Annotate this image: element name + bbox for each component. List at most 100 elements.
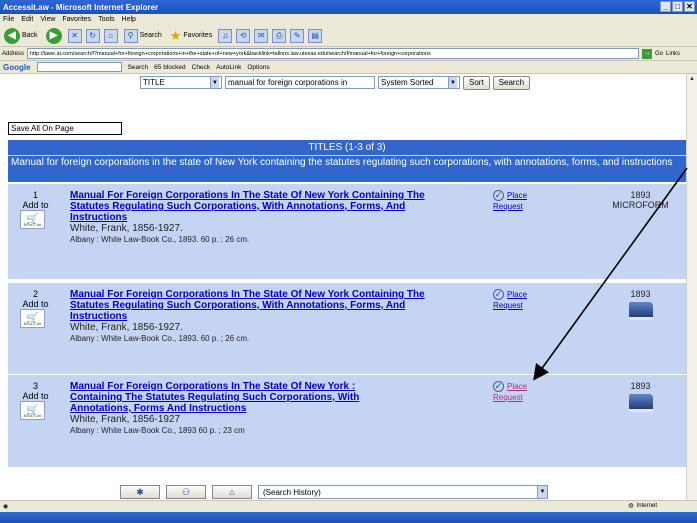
favorites-button[interactable]: ★ Favorites <box>168 27 214 45</box>
google-logo: Google <box>3 62 31 72</box>
security-zone: ◍ Internet <box>628 502 657 510</box>
search-field-select[interactable]: TITLE ▼ <box>140 76 222 89</box>
scroll-up-icon[interactable]: ▲ <box>687 74 697 84</box>
chevron-down-icon: ▼ <box>537 486 547 498</box>
record-author: White, Frank, 1856-1927. <box>70 223 183 234</box>
search-row: TITLE ▼ manual for foreign corporations … <box>0 74 686 91</box>
options-button[interactable]: Options <box>247 64 269 71</box>
minimize-icon[interactable]: _ <box>660 1 671 12</box>
add-to-cart-button[interactable]: 🛒 Book Cart <box>20 401 45 420</box>
go-button[interactable]: Go <box>655 51 663 57</box>
record-title-link[interactable]: Manual For Foreign Corporations In The S… <box>70 381 400 414</box>
window-controls: _ □ ✕ <box>660 1 695 12</box>
google-search-input[interactable] <box>36 62 122 72</box>
menu-tools[interactable]: Tools <box>98 16 114 23</box>
record-publication: Albany : White Law-Book Co., 1893 60 p. … <box>70 426 245 435</box>
menu-view[interactable]: View <box>40 16 55 23</box>
google-toolbar: Google Search 65 blocked Check AutoLink … <box>0 61 697 74</box>
record-publication: Albany : White Law-Book Co., 1893. 60 p.… <box>70 334 250 343</box>
person-search-icon: ⚇ <box>181 486 191 497</box>
bottom-nav: ✱ ⚇ ⌂ (Search History) ▼ <box>120 484 680 500</box>
popup-blocked-button[interactable]: 65 blocked <box>154 64 185 71</box>
status-bar: ◉ ◍ Internet <box>0 500 697 512</box>
edit-icon[interactable]: ✎ <box>290 28 305 43</box>
record-row: 2 Add to 🛒 Book Cart Manual For Foreign … <box>8 283 686 374</box>
autolink-button[interactable]: AutoLink <box>216 64 241 71</box>
menu-favorites[interactable]: Favorites <box>62 16 91 23</box>
forward-arrow-icon: ▶ <box>45 27 62 44</box>
menu-edit[interactable]: Edit <box>21 16 33 23</box>
patron-button[interactable]: ⚇ <box>166 485 206 499</box>
home-icon[interactable]: ⌂ <box>103 28 118 43</box>
globe-icon: ◍ <box>628 503 634 509</box>
mail-icon[interactable]: ✉ <box>254 28 269 43</box>
record-details: Manual For Foreign Corporations In The S… <box>70 381 400 436</box>
forward-button[interactable]: ▶ <box>44 27 64 45</box>
maximize-icon[interactable]: □ <box>672 1 683 12</box>
window-title: Accessit.aw - Microsoft Internet Explore… <box>3 2 159 12</box>
chevron-down-icon: ▼ <box>448 77 457 88</box>
menu-bar: File Edit View Favorites Tools Help <box>0 14 697 25</box>
go-arrow-icon[interactable]: → <box>642 48 653 59</box>
media-icon[interactable]: ♫ <box>218 28 233 43</box>
record-publication: Albany : White Law-Book Co., 1893. 60 p.… <box>70 235 250 244</box>
search-query-input[interactable]: manual for foreign corporations in <box>225 76 375 89</box>
back-button[interactable]: ◀ Back <box>2 27 40 45</box>
new-search-button[interactable]: ✱ <box>120 485 160 499</box>
record-row: 1 Add to 🛒 Book Cart Manual For Foreign … <box>8 184 686 279</box>
google-search-button[interactable]: Search <box>128 64 149 71</box>
history-icon[interactable]: ⟲ <box>236 28 251 43</box>
checkmark-icon: ✓ <box>493 190 504 201</box>
record-number: 1 Add to <box>22 190 49 210</box>
print-icon[interactable]: ⎙ <box>272 28 287 43</box>
discuss-icon[interactable]: ▤ <box>308 28 323 43</box>
address-bar: Address http://lawe.ai.com/search/f?manu… <box>0 47 697 61</box>
record-author: White, Frank, 1856-1927 <box>70 414 181 425</box>
record-format: MICROFORM <box>612 200 669 210</box>
vertical-scrollbar[interactable]: ▲ <box>686 74 697 500</box>
record-title-link[interactable]: Manual For Foreign Corporations In The S… <box>70 289 440 322</box>
book-icon <box>628 394 653 412</box>
search-submit-button[interactable]: Search <box>492 75 531 90</box>
search-query-value: manual for foreign corporations in <box>228 78 348 87</box>
refresh-icon[interactable]: ↻ <box>85 28 100 43</box>
subject-heading[interactable]: Manual for foreign corporations in the s… <box>8 155 686 182</box>
add-to-cart-button[interactable]: 🛒 Book Cart <box>20 309 45 328</box>
record-details: Manual For Foreign Corporations In The S… <box>70 190 440 245</box>
search-icon: ⚲ <box>123 28 138 43</box>
status-page-icon: ◉ <box>3 504 9 510</box>
address-input[interactable]: http://lawe.ai.com/search/f?manual+for+f… <box>27 48 640 59</box>
add-to-cart-button[interactable]: 🛒 Book Cart <box>20 210 45 229</box>
zone-label: Internet <box>636 502 657 509</box>
record-details: Manual For Foreign Corporations In The S… <box>70 289 440 344</box>
save-all-button[interactable]: Save All On Page <box>8 122 122 135</box>
record-year: 1893 <box>608 381 673 412</box>
links-button[interactable]: Links <box>666 51 680 57</box>
home-button[interactable]: ⌂ <box>212 485 252 499</box>
place-request-link[interactable]: ✓ Place Request <box>493 190 553 212</box>
record-title-link[interactable]: Manual For Foreign Corporations In The S… <box>70 190 440 223</box>
page-content: TITLE ▼ manual for foreign corporations … <box>0 74 686 500</box>
record-year: 1893 MICROFORM <box>608 190 673 210</box>
checkmark-icon: ✓ <box>493 289 504 300</box>
menu-help[interactable]: Help <box>122 16 136 23</box>
search-field-value: TITLE <box>143 78 165 87</box>
book-icon <box>628 302 653 320</box>
search-button[interactable]: ⚲ Search <box>122 27 164 45</box>
record-number: 2 Add to <box>22 289 49 309</box>
place-request-link[interactable]: ✓ Place Request <box>493 289 553 311</box>
menu-file[interactable]: File <box>3 16 14 23</box>
search-history-select[interactable]: (Search History) ▼ <box>258 485 548 499</box>
sort-button[interactable]: Sort <box>463 75 490 90</box>
browser-toolbar: ◀ Back ▶ ✕ ↻ ⌂ ⚲ Search ★ Favorites ♫ ⟲ … <box>0 25 697 47</box>
sort-select[interactable]: System Sorted ▼ <box>378 76 460 89</box>
spell-check-button[interactable]: Check <box>192 64 210 71</box>
search-label: Search <box>139 32 162 39</box>
stop-icon[interactable]: ✕ <box>67 28 82 43</box>
close-icon[interactable]: ✕ <box>684 1 695 12</box>
place-request-link[interactable]: ✓ Place Request <box>493 381 553 403</box>
record-author: White, Frank, 1856-1927. <box>70 322 183 333</box>
record-row: 3 Add to 🛒 Book Cart Manual For Foreign … <box>8 375 686 467</box>
record-year: 1893 <box>608 289 673 320</box>
windows-taskbar <box>0 512 697 523</box>
